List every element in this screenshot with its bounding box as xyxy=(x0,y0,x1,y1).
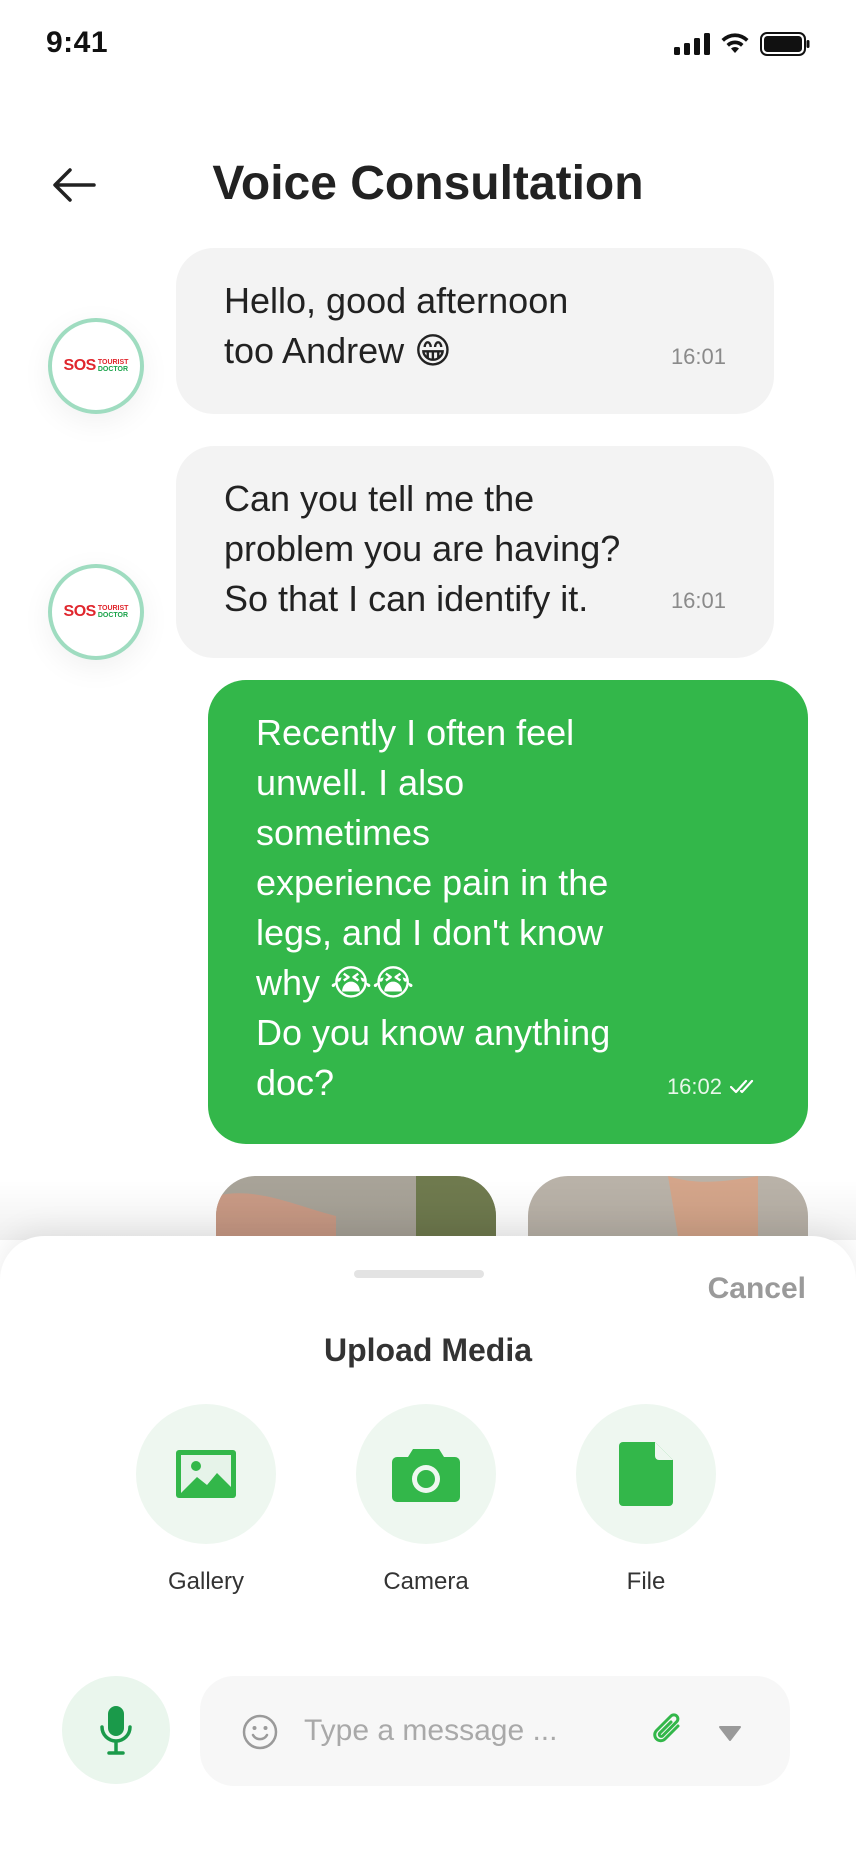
header: Voice Consultation xyxy=(0,140,856,230)
camera-option[interactable]: Camera xyxy=(356,1404,496,1596)
page-title: Voice Consultation xyxy=(212,157,644,210)
wifi-icon xyxy=(721,33,749,53)
message-time: 16:01 xyxy=(670,588,726,613)
message-text: Hello, good afternoon too Andrew 😁 xyxy=(224,280,569,371)
file-icon xyxy=(619,1442,673,1506)
battery-icon xyxy=(760,32,810,56)
image-icon xyxy=(176,1450,236,1498)
message-bubble-incoming[interactable]: Hello, good afternoon too Andrew 😁 16:01 xyxy=(176,248,774,414)
message-text: Recently I often feel unwell. I also som… xyxy=(256,712,611,1103)
double-check-icon xyxy=(730,1079,754,1094)
message-input[interactable] xyxy=(304,1706,604,1756)
message-time: 16:02 xyxy=(667,1062,760,1112)
camera-icon xyxy=(392,1449,460,1502)
cancel-button[interactable]: Cancel xyxy=(708,1272,806,1306)
upload-media-sheet: Cancel Upload Media Gallery Camera File … xyxy=(0,1236,856,1852)
drag-handle[interactable] xyxy=(354,1270,484,1278)
sheet-backdrop xyxy=(0,1180,856,1240)
emoji-icon[interactable] xyxy=(242,1714,278,1750)
message-bubble-incoming[interactable]: Can you tell me the problem you are havi… xyxy=(176,446,774,658)
message-bubble-outgoing[interactable]: Recently I often feel unwell. I also som… xyxy=(208,680,808,1144)
sos-tourist-doctor-logo: SOS TOURIST DOCTOR xyxy=(63,357,129,374)
status-icons xyxy=(674,32,810,56)
avatar[interactable]: SOS TOURIST DOCTOR xyxy=(48,564,144,660)
camera-label: Camera xyxy=(383,1568,469,1595)
status-time: 9:41 xyxy=(46,26,109,59)
status-bar: 9:41 xyxy=(0,0,856,90)
file-option[interactable]: File xyxy=(576,1404,716,1596)
sheet-title: Upload Media xyxy=(323,1332,532,1368)
chevron-down-icon[interactable] xyxy=(716,1718,744,1746)
microphone-button[interactable] xyxy=(62,1676,170,1784)
avatar[interactable]: SOS TOURIST DOCTOR xyxy=(48,318,144,414)
gallery-label: Gallery xyxy=(167,1568,245,1595)
paperclip-icon[interactable] xyxy=(648,1710,688,1750)
file-label: File xyxy=(626,1568,666,1595)
message-text: Can you tell me the problem you are havi… xyxy=(224,478,621,619)
microphone-icon xyxy=(100,1706,132,1755)
gallery-option[interactable]: Gallery xyxy=(136,1404,276,1596)
message-composer xyxy=(200,1676,790,1786)
sos-tourist-doctor-logo: SOS TOURIST DOCTOR xyxy=(63,603,129,620)
signal-icon xyxy=(674,33,710,55)
message-time: 16:01 xyxy=(670,344,726,369)
